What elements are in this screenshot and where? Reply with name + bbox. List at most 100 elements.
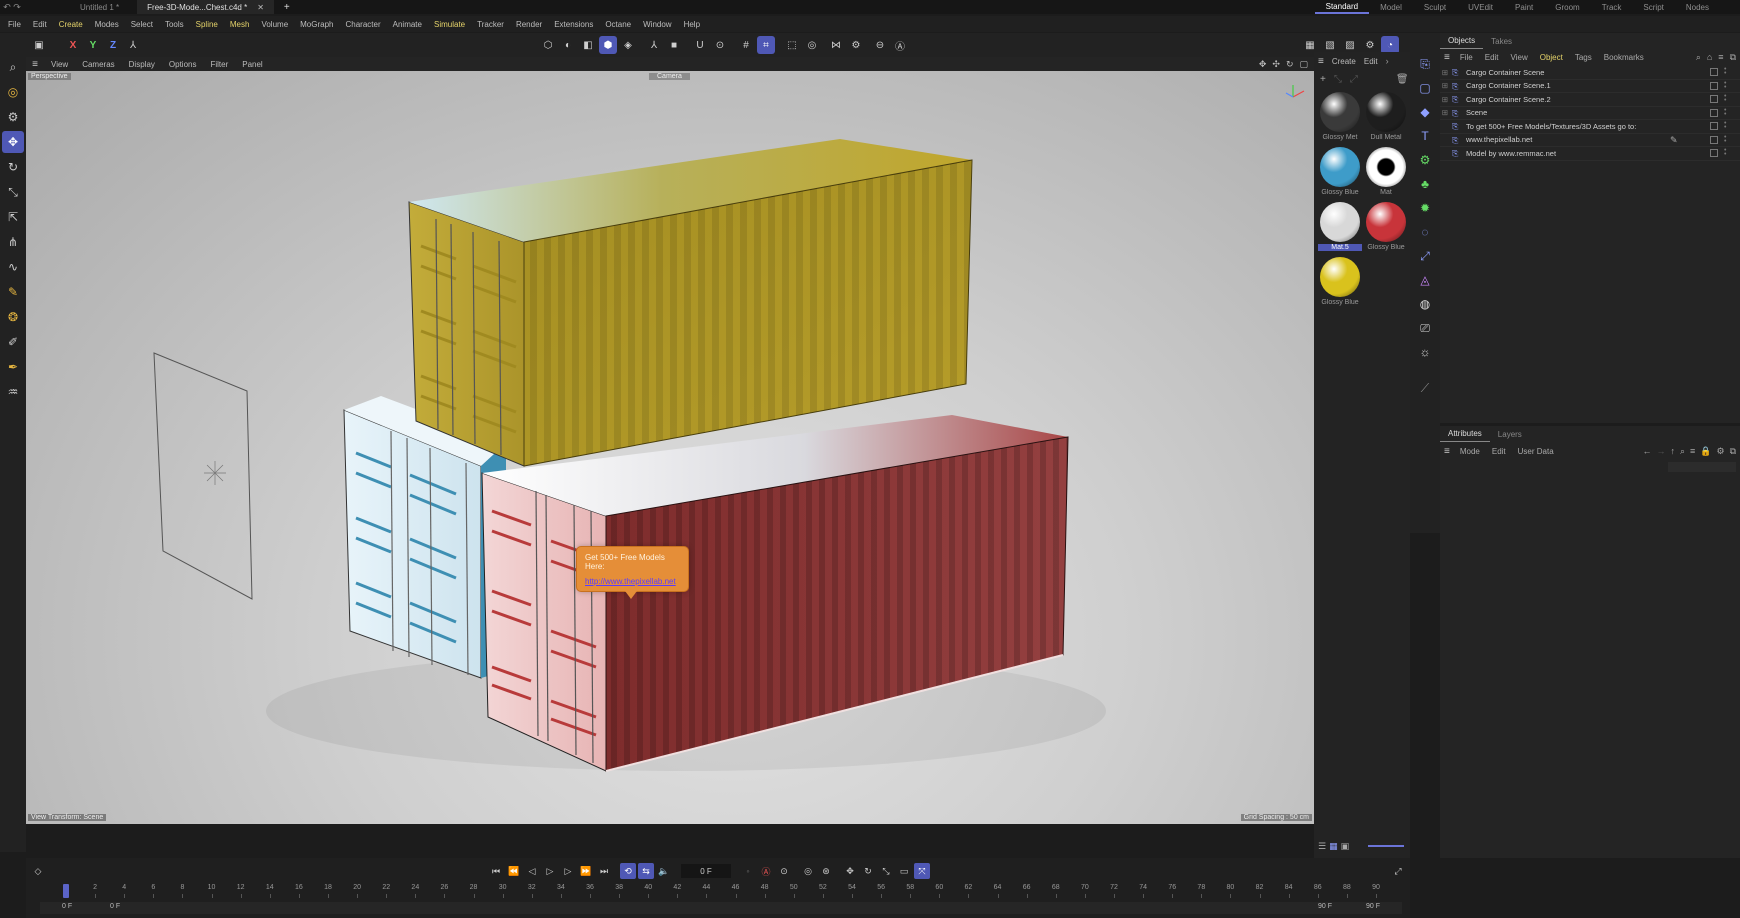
expand-icon[interactable]: ⊞ <box>1440 95 1450 104</box>
attributes-menu-mode[interactable]: Mode <box>1454 447 1486 456</box>
layout-tab-script[interactable]: Script <box>1632 0 1674 14</box>
zoom-slider[interactable] <box>1368 845 1405 847</box>
material-glossy-blue-5[interactable]: Glossy Blue <box>1364 202 1408 251</box>
visibility-checkbox[interactable] <box>1710 108 1718 117</box>
camera-object-icon[interactable]: ⎚ <box>1414 317 1436 339</box>
axis-y-toggle[interactable]: Y <box>84 36 102 54</box>
field-icon[interactable]: ◌ <box>1414 221 1436 243</box>
menu-file[interactable]: File <box>2 20 27 29</box>
object-row[interactable]: ⎘ www.thepixellab.net • • <box>1440 134 1740 147</box>
material-glossy-blue-6[interactable]: Glossy Blue <box>1318 257 1362 306</box>
material-link-icon[interactable]: ⤡ <box>1334 74 1342 85</box>
rotate-key-icon[interactable]: ↻ <box>860 863 876 879</box>
lock-workplane-icon[interactable]: ◎ <box>803 36 821 54</box>
attributes-menu-icon[interactable]: ≡ <box>1444 446 1450 457</box>
material-edit-icon[interactable]: ⤢ <box>1350 74 1358 85</box>
scale-tool-icon[interactable]: ⤡ <box>2 181 24 203</box>
list-view-icon[interactable]: ☰ <box>1318 841 1326 852</box>
layout-tab-groom[interactable]: Groom <box>1544 0 1590 14</box>
menu-select[interactable]: Select <box>125 20 159 29</box>
promo-bubble-link[interactable]: http://www.thepixellab.net <box>585 577 680 586</box>
viewport-menu-display[interactable]: Display <box>122 60 162 69</box>
object-row[interactable]: ⊞ ⎘ Cargo Container Scene.1 • • <box>1440 80 1740 93</box>
model-mode-icon[interactable]: ⬢ <box>599 36 617 54</box>
autokey-record-icon[interactable]: Ⓐ <box>758 863 774 879</box>
objects-menu-icon[interactable]: ≡ <box>1444 52 1450 63</box>
visibility-checkbox[interactable] <box>1710 68 1718 77</box>
prev-key-icon[interactable]: ⏪ <box>506 863 522 879</box>
loop-icon[interactable]: ⟲ <box>620 863 636 879</box>
move-key-icon[interactable]: ✥ <box>842 863 858 879</box>
viewport-menu-filter[interactable]: Filter <box>203 60 235 69</box>
param-key-icon[interactable]: ▭ <box>896 863 912 879</box>
mograph-icon[interactable]: ◬ <box>1414 269 1436 291</box>
attributes-menu-edit[interactable]: Edit <box>1486 447 1512 456</box>
workplane-snap-icon[interactable]: ⌗ <box>757 36 775 54</box>
spline-tool-icon[interactable]: ∿ <box>2 256 24 278</box>
tab-objects[interactable]: Objects <box>1440 33 1484 49</box>
pen-tool-icon[interactable]: ✎ <box>2 281 24 303</box>
layout-tab-standard[interactable]: Standard <box>1314 0 1370 14</box>
objects-menu-object[interactable]: Object <box>1534 53 1569 62</box>
menu-tools[interactable]: Tools <box>159 20 190 29</box>
keyframe-icon[interactable]: ◇ <box>30 863 46 879</box>
edges-mode-icon[interactable]: ◐ <box>559 36 577 54</box>
move-camera-icon[interactable]: ✣ <box>1272 59 1280 70</box>
add-material-icon[interactable]: + <box>1320 74 1326 85</box>
rotate-tool-icon[interactable]: ↻ <box>2 156 24 178</box>
material-glossy-met-0[interactable]: Glossy Met <box>1318 92 1362 141</box>
objects-menu-tags[interactable]: Tags <box>1569 53 1598 62</box>
soft-selection-icon[interactable]: ⊙ <box>711 36 729 54</box>
layout-tab-model[interactable]: Model <box>1369 0 1413 14</box>
viewport-menu-icon[interactable]: ≡ <box>26 59 44 70</box>
menu-extensions[interactable]: Extensions <box>548 20 599 29</box>
filter-icon[interactable]: ≡ <box>1690 446 1695 456</box>
next-frame-icon[interactable]: ▷ <box>560 863 576 879</box>
paint-tool-icon[interactable]: ❂ <box>2 306 24 328</box>
axis-mode-icon[interactable]: ⅄ <box>645 36 663 54</box>
deformer-icon[interactable]: ✹ <box>1414 197 1436 219</box>
light-object-icon[interactable]: ☼ <box>1414 341 1436 363</box>
object-row[interactable]: ⊞ ⎘ Cargo Container Scene.2 • • <box>1440 93 1740 107</box>
timeline-expand-icon[interactable]: ⤢ <box>1390 863 1406 879</box>
add-tab-icon[interactable]: + <box>274 0 300 14</box>
snap-toggle-icon[interactable]: ■ <box>665 36 683 54</box>
go-to-start-icon[interactable]: ⏮ <box>488 863 504 879</box>
pan-icon[interactable]: ✥ <box>1259 59 1267 70</box>
play-icon[interactable]: ▷ <box>542 863 558 879</box>
viewport-menu-cameras[interactable]: Cameras <box>75 60 121 69</box>
objects-menu-edit[interactable]: Edit <box>1479 53 1505 62</box>
maximize-view-icon[interactable]: ▢ <box>1299 59 1308 70</box>
layout-tab-uvedit[interactable]: UVEdit <box>1457 0 1504 14</box>
home-icon[interactable]: ⌂ <box>1707 52 1712 62</box>
visibility-dots-icon[interactable]: • • <box>1724 147 1728 158</box>
material-mat-3[interactable]: Mat <box>1364 147 1408 196</box>
pen-icon[interactable]: ⟋ <box>1414 377 1436 399</box>
expand-icon[interactable]: ⊞ <box>1440 68 1450 77</box>
tab-layers[interactable]: Layers <box>1490 427 1530 442</box>
search-icon[interactable]: ⌕ <box>2 56 24 78</box>
start-frame-a[interactable]: 0 F <box>62 903 72 910</box>
objects-menu-bookmarks[interactable]: Bookmarks <box>1598 53 1650 62</box>
visibility-checkbox[interactable] <box>1710 135 1718 144</box>
transform-tool-icon[interactable]: ⇱ <box>2 206 24 228</box>
object-row[interactable]: ⎘ Model by www.remmac.net • • <box>1440 147 1740 161</box>
viewport-layout-icon[interactable]: ▣ <box>30 36 48 54</box>
end-frame-a[interactable]: 90 F <box>1318 903 1332 910</box>
expand-icon[interactable]: ⊞ <box>1440 108 1450 117</box>
polygons-mode-icon[interactable]: ◧ <box>579 36 597 54</box>
record-options-icon[interactable]: ◦ <box>740 863 756 879</box>
move-tool-icon[interactable]: ✥ <box>2 131 24 153</box>
filter-icon[interactable]: ≡ <box>1718 52 1723 62</box>
menu-tracker[interactable]: Tracker <box>471 20 510 29</box>
objects-menu-file[interactable]: File <box>1454 53 1479 62</box>
viewport-menu-options[interactable]: Options <box>162 60 204 69</box>
layout-tab-nodes[interactable]: Nodes <box>1675 0 1720 14</box>
grid-snap-icon[interactable]: # <box>737 36 755 54</box>
back-arrow-icon[interactable]: ← <box>1642 446 1651 456</box>
viewport-nav-icons[interactable]: ✥ ✣ ↻ ▢ <box>1259 59 1308 70</box>
settings-icon[interactable]: ⚙ <box>1716 446 1724 457</box>
rotate-camera-icon[interactable]: ↻ <box>1286 59 1294 70</box>
live-selection-icon[interactable]: ◎ <box>2 81 24 103</box>
large-icons-icon[interactable]: ▣ <box>1341 841 1350 852</box>
